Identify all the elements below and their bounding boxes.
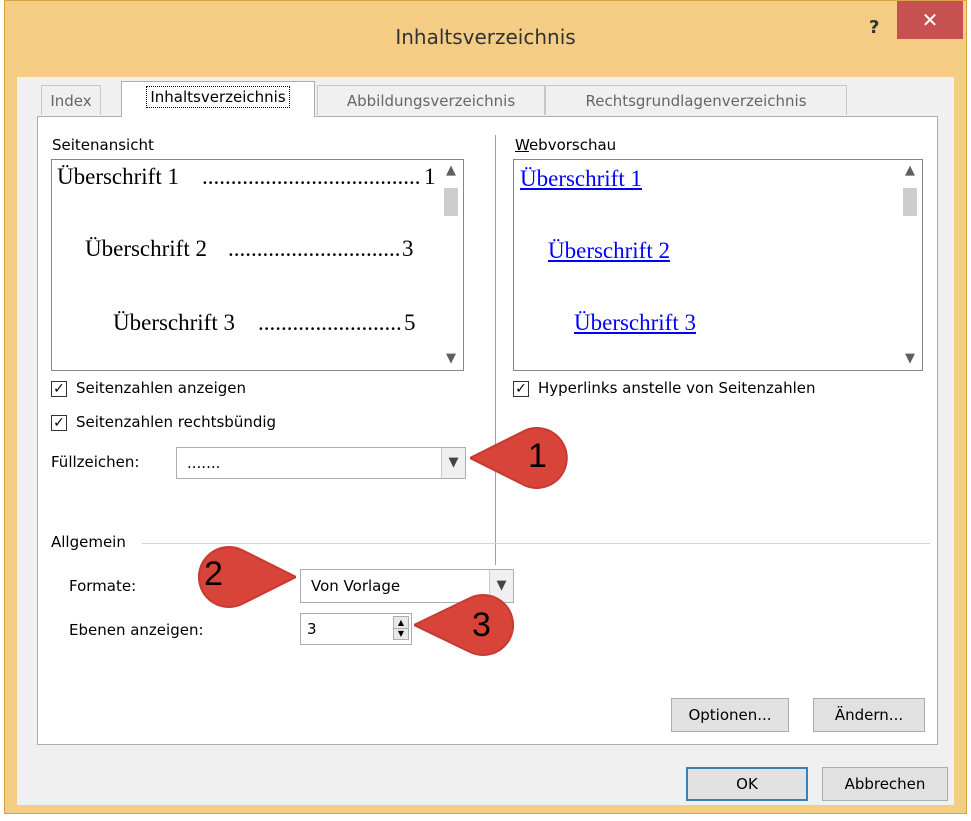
tab-label: Abbildungsverzeichnis bbox=[346, 92, 516, 110]
toc-entry-text: Überschrift 2 bbox=[85, 236, 207, 261]
toc-entry-dots: ........................................… bbox=[228, 236, 400, 261]
toc-entry-page: 3 bbox=[402, 236, 414, 261]
right-align-checkbox[interactable]: ✓ bbox=[51, 415, 67, 431]
tab-leader-value: ....... bbox=[187, 454, 221, 472]
scroll-thumb[interactable] bbox=[903, 188, 917, 216]
levels-spinner[interactable]: 3 ▲ ▼ bbox=[300, 613, 412, 645]
cancel-button[interactable]: Abbrechen bbox=[822, 767, 948, 801]
toc-entry-page: 5 bbox=[404, 310, 416, 335]
formats-value: Von Vorlage bbox=[311, 577, 401, 595]
group-separator bbox=[142, 543, 930, 544]
callout-pin-3 bbox=[414, 594, 514, 656]
scroll-up-icon[interactable]: ▲ bbox=[898, 160, 922, 182]
tab-authorities[interactable]: Rechtsgrundlagenverzeichnis bbox=[545, 85, 847, 115]
tab-leader-label: Füllzeichen: bbox=[51, 453, 140, 471]
tab-figures[interactable]: Abbildungsverzeichnis bbox=[317, 85, 545, 115]
right-align-label: Seitenzahlen rechtsbündig bbox=[76, 413, 277, 431]
callout-number: 1 bbox=[528, 437, 547, 475]
tab-index[interactable]: Index bbox=[41, 85, 101, 115]
web-preview-label: Webvorschau bbox=[515, 136, 617, 154]
callout-pin-1 bbox=[470, 427, 568, 489]
web-link[interactable]: Überschrift 1 bbox=[520, 166, 642, 192]
modify-button[interactable]: Ändern... bbox=[813, 698, 925, 732]
title-bar: Inhaltsverzeichnis ? ✕ bbox=[5, 1, 966, 77]
web-link[interactable]: Überschrift 3 bbox=[574, 310, 696, 336]
scroll-thumb[interactable] bbox=[444, 188, 458, 216]
web-preview-box[interactable]: Überschrift 1 Überschrift 2 Überschrift … bbox=[513, 159, 923, 371]
tab-leader-dropdown[interactable]: ....... ▼ bbox=[176, 447, 466, 479]
toc-entry-dots: ........................................… bbox=[202, 164, 422, 189]
help-button[interactable]: ? bbox=[869, 17, 879, 38]
tab-label: Index bbox=[50, 92, 92, 110]
levels-label: Ebenen anzeigen: bbox=[69, 621, 204, 639]
callout-pin-2 bbox=[198, 546, 296, 608]
dialog-window: Inhaltsverzeichnis ? ✕ Index Inhaltsverz… bbox=[4, 0, 967, 814]
scroll-up-icon[interactable]: ▲ bbox=[439, 160, 463, 182]
toc-entry-text: Überschrift 3 bbox=[113, 310, 235, 335]
tab-label: Rechtsgrundlagenverzeichnis bbox=[585, 92, 807, 110]
toc-entry-text: Überschrift 1 bbox=[57, 164, 179, 189]
web-preview-scrollbar[interactable]: ▲ ▼ bbox=[898, 160, 922, 370]
tab-label: Inhaltsverzeichnis bbox=[146, 86, 290, 108]
spin-down-icon[interactable]: ▼ bbox=[394, 628, 408, 639]
hyperlinks-label: Hyperlinks anstelle von Seitenzahlen bbox=[538, 379, 816, 397]
levels-value: 3 bbox=[307, 620, 317, 638]
dialog-title: Inhaltsverzeichnis bbox=[395, 25, 576, 49]
print-preview-box[interactable]: Überschrift 1 ..........................… bbox=[51, 159, 464, 371]
scroll-down-icon[interactable]: ▼ bbox=[439, 348, 463, 370]
options-button[interactable]: Optionen... bbox=[671, 698, 789, 732]
general-group-label: Allgemein bbox=[51, 533, 126, 551]
spinner-arrows[interactable]: ▲ ▼ bbox=[393, 616, 409, 640]
tab-toc[interactable]: Inhaltsverzeichnis bbox=[121, 81, 315, 117]
formats-label: Formate: bbox=[69, 577, 137, 595]
web-link[interactable]: Überschrift 2 bbox=[548, 238, 670, 264]
ok-button[interactable]: OK bbox=[686, 767, 808, 801]
scroll-down-icon[interactable]: ▼ bbox=[898, 348, 922, 370]
callout-number: 2 bbox=[204, 555, 223, 593]
chevron-down-icon[interactable]: ▼ bbox=[441, 448, 465, 478]
callout-number: 3 bbox=[472, 606, 491, 644]
toc-entry-dots: ........................................… bbox=[258, 310, 402, 335]
vertical-divider bbox=[495, 135, 496, 565]
show-page-numbers-checkbox[interactable]: ✓ bbox=[51, 381, 67, 397]
hyperlinks-checkbox[interactable]: ✓ bbox=[513, 381, 529, 397]
toc-entry-page: 1 bbox=[424, 164, 436, 189]
show-page-numbers-label: Seitenzahlen anzeigen bbox=[76, 379, 247, 397]
close-button[interactable]: ✕ bbox=[897, 1, 963, 39]
print-preview-label: Seitenansicht bbox=[52, 136, 154, 154]
print-preview-scrollbar[interactable]: ▲ ▼ bbox=[439, 160, 463, 370]
